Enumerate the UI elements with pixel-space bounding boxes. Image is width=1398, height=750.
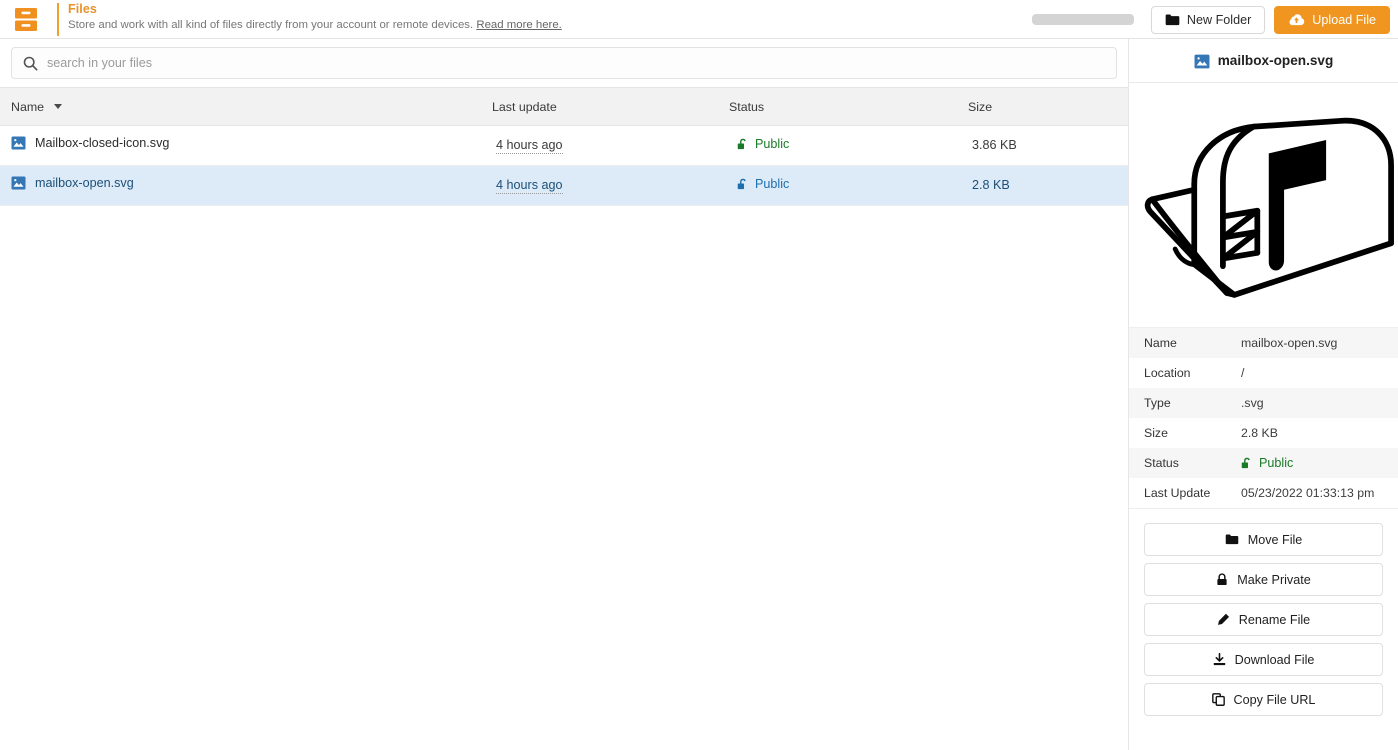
search-input[interactable]: search in your files (11, 47, 1117, 79)
metadata-row: Type .svg (1129, 388, 1398, 418)
caret-down-icon (53, 104, 62, 109)
table-row[interactable]: mailbox-open.svg 4 hours ago Public 2.8 … (0, 166, 1128, 206)
metadata-value: 2.8 KB (1241, 426, 1278, 440)
file-last-update-label[interactable]: 4 hours ago (496, 178, 563, 194)
file-name-cell: mailbox-open.svg (11, 176, 134, 190)
file-size-cell: 3.86 KB (972, 138, 1017, 152)
copy-file-url-button[interactable]: Copy File URL (1144, 683, 1383, 716)
files-table: Name Last update Status Size Mailbox-clo… (0, 87, 1128, 206)
download-file-button[interactable]: Download File (1144, 643, 1383, 676)
file-status-label: Public (755, 137, 790, 151)
column-header-status[interactable]: Status (729, 100, 764, 114)
panel-header: mailbox-open.svg (1129, 39, 1398, 83)
header-text-block: Files Store and work with all kind of fi… (68, 2, 562, 33)
file-preview (1129, 83, 1398, 328)
metadata-row: Name mailbox-open.svg (1129, 328, 1398, 358)
rename-file-label: Rename File (1238, 612, 1311, 627)
metadata-key: Status (1144, 456, 1179, 470)
metadata-key: Last Update (1144, 486, 1211, 500)
image-file-icon (1194, 54, 1210, 68)
search-area: search in your files (0, 39, 1128, 87)
table-row[interactable]: Mailbox-closed-icon.svg 4 hours ago Publ… (0, 126, 1128, 166)
metadata-key: Location (1144, 366, 1191, 380)
upload-file-label: Upload File (1312, 12, 1376, 27)
metadata-key: Name (1144, 336, 1177, 350)
page-title: Files (68, 2, 97, 16)
file-status-cell: Public (737, 137, 789, 151)
metadata-key: Type (1144, 396, 1171, 410)
download-icon (1213, 653, 1226, 666)
metadata-status-label: Public (1259, 456, 1294, 470)
folder-icon (1165, 14, 1180, 26)
metadata-value: mailbox-open.svg (1241, 336, 1338, 350)
rename-file-button[interactable]: Rename File (1144, 603, 1383, 636)
metadata-value: 05/23/2022 01:33:13 pm (1241, 486, 1375, 500)
unlock-icon (737, 178, 749, 190)
column-header-last-update[interactable]: Last update (492, 100, 557, 114)
top-header-bar: Files Store and work with all kind of fi… (0, 0, 1398, 39)
metadata-row: Last Update 05/23/2022 01:33:13 pm (1129, 478, 1398, 508)
metadata-value: / (1241, 366, 1245, 380)
metadata-row: Size 2.8 KB (1129, 418, 1398, 448)
file-size-cell: 2.8 KB (972, 178, 1010, 192)
page-subtitle: Store and work with all kind of files di… (68, 18, 562, 33)
copy-icon (1211, 693, 1225, 706)
file-status-cell: Public (737, 177, 789, 191)
file-action-buttons: Move File Make Private Rename File Downl… (1129, 509, 1398, 716)
file-name-label: Mailbox-closed-icon.svg (35, 136, 170, 150)
loading-placeholder-bar (1031, 14, 1134, 25)
toolbar-actions: New Folder Upload File (1031, 0, 1390, 39)
new-folder-button[interactable]: New Folder (1150, 5, 1266, 34)
metadata-value: .svg (1241, 396, 1264, 410)
download-file-label: Download File (1234, 652, 1315, 667)
folder-icon (1225, 534, 1239, 545)
column-header-name-label: Name (11, 100, 45, 114)
file-name-label: mailbox-open.svg (35, 176, 134, 190)
move-file-label: Move File (1247, 532, 1303, 547)
move-file-button[interactable]: Move File (1144, 523, 1383, 556)
make-private-label: Make Private (1237, 572, 1311, 587)
unlock-icon (1241, 457, 1253, 469)
header-divider (57, 3, 59, 36)
new-folder-label: New Folder (1186, 12, 1252, 27)
file-name-cell: Mailbox-closed-icon.svg (11, 136, 169, 150)
files-manager-app: Files Store and work with all kind of fi… (0, 0, 1398, 750)
pencil-icon (1217, 613, 1230, 626)
column-header-size[interactable]: Size (968, 100, 992, 114)
file-detail-panel: mailbox-open.svg Name mailbox-open.svg L… (1128, 39, 1398, 750)
file-last-update-label[interactable]: 4 hours ago (496, 138, 563, 154)
column-header-name[interactable]: Name (11, 100, 62, 114)
lock-icon (1216, 573, 1228, 586)
panel-title: mailbox-open.svg (1217, 53, 1334, 68)
image-file-icon (11, 136, 26, 150)
page-subtitle-text: Store and work with all kind of files di… (68, 19, 474, 31)
unlock-icon (737, 138, 749, 150)
image-file-icon (11, 176, 26, 190)
read-more-link[interactable]: Read more here. (476, 19, 561, 31)
file-metadata-table: Name mailbox-open.svg Location / Type .s… (1129, 328, 1398, 509)
file-cabinet-icon (14, 7, 38, 32)
metadata-value-status: Public (1241, 456, 1293, 470)
make-private-button[interactable]: Make Private (1144, 563, 1383, 596)
table-header-row: Name Last update Status Size (0, 87, 1128, 126)
cloud-upload-icon (1288, 13, 1305, 26)
upload-file-button[interactable]: Upload File (1274, 5, 1390, 34)
metadata-row: Location / (1129, 358, 1398, 388)
copy-file-url-label: Copy File URL (1233, 692, 1316, 707)
search-icon (23, 56, 38, 71)
file-last-update-cell: 4 hours ago (496, 178, 563, 194)
search-placeholder: search in your files (47, 56, 152, 70)
metadata-row: Status Public (1129, 448, 1398, 478)
file-status-label: Public (755, 177, 790, 191)
mailbox-open-illustration-icon (1134, 98, 1394, 313)
metadata-key: Size (1144, 426, 1168, 440)
file-last-update-cell: 4 hours ago (496, 138, 563, 154)
